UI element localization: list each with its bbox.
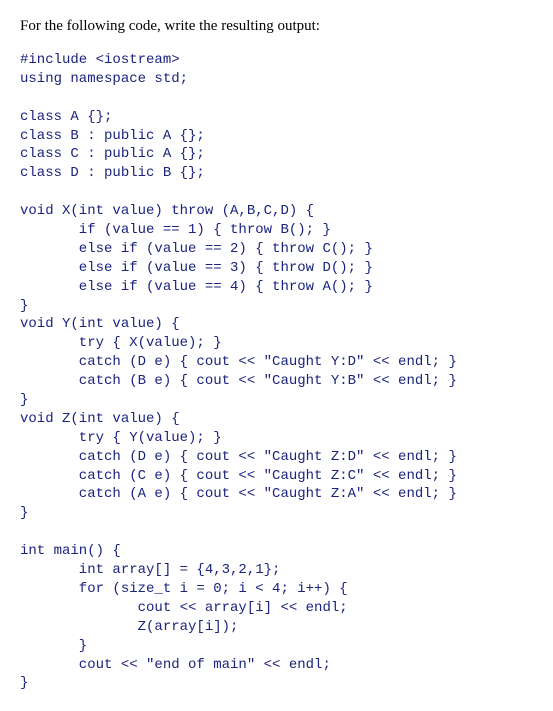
question-prompt: For the following code, write the result…: [20, 18, 533, 35]
code-block: #include <iostream> using namespace std;…: [20, 51, 533, 693]
